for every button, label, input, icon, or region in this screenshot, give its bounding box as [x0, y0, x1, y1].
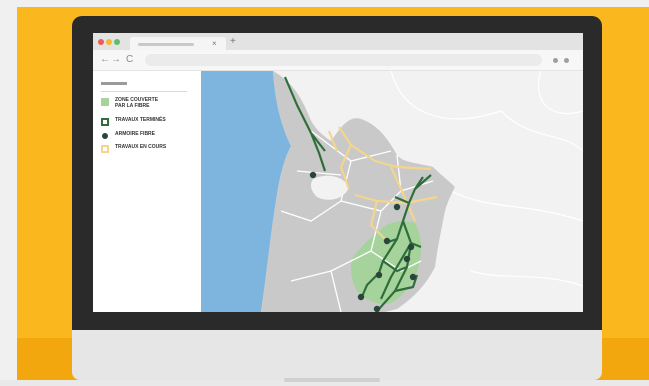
fiber-cabinet	[407, 243, 415, 251]
legend-divider	[101, 91, 187, 92]
legend-item-zone-couverte: ZONE COUVERTE PAR LA FIBRE	[101, 97, 187, 109]
back-arrow-icon[interactable]: ←	[100, 53, 110, 67]
monitor-chin	[72, 330, 602, 380]
green-outline-square-icon	[101, 118, 109, 126]
legend-item-armoire-fibre: ARMOIRE FIBRE	[101, 131, 187, 139]
fiber-cabinet	[403, 255, 411, 263]
minimize-window-button[interactable]	[106, 39, 112, 45]
legend-item-travaux-en-cours: TRAVAUX EN COURS	[101, 144, 187, 153]
tab-title-placeholder	[138, 43, 194, 46]
forward-arrow-icon[interactable]: →	[111, 53, 121, 67]
reload-icon[interactable]: C	[126, 53, 133, 67]
fiber-coverage-map[interactable]	[201, 71, 583, 312]
legend-label: TRAVAUX EN COURS	[115, 144, 167, 150]
fiber-cabinet	[409, 273, 417, 281]
monitor-stand	[284, 378, 380, 382]
browser-window: × + ← → C ZONE COUVERTE PAR LA FIBRE TRA…	[93, 33, 583, 312]
map-canvas	[201, 71, 583, 312]
legend-label: ARMOIRE FIBRE	[115, 131, 155, 137]
green-square-icon	[101, 98, 109, 106]
extension-icon[interactable]	[553, 58, 558, 63]
fiber-cabinet	[393, 203, 401, 211]
fiber-cabinet	[373, 305, 381, 312]
yellow-outline-square-icon	[101, 145, 109, 153]
fiber-cabinet	[309, 171, 317, 179]
legend-item-travaux-termines: TRAVAUX TERMINÉS	[101, 117, 187, 126]
fiber-cabinet	[357, 293, 365, 301]
dark-dot-icon	[102, 133, 108, 139]
browser-toolbar: ← → C	[93, 50, 583, 71]
close-icon[interactable]: ×	[212, 37, 217, 50]
fiber-cabinet	[375, 271, 383, 279]
map-legend: ZONE COUVERTE PAR LA FIBRE TRAVAUX TERMI…	[93, 71, 201, 312]
maximize-window-button[interactable]	[114, 39, 120, 45]
browser-titlebar: × +	[93, 33, 583, 50]
fiber-cabinet	[383, 237, 391, 245]
legend-label: TRAVAUX TERMINÉS	[115, 117, 166, 123]
legend-label: ZONE COUVERTE PAR LA FIBRE	[115, 97, 159, 109]
menu-icon[interactable]	[564, 58, 569, 63]
legend-header	[101, 82, 127, 85]
address-bar[interactable]	[145, 54, 542, 66]
close-window-button[interactable]	[98, 39, 104, 45]
browser-tab[interactable]: ×	[130, 37, 226, 50]
new-tab-button[interactable]: +	[230, 35, 236, 48]
